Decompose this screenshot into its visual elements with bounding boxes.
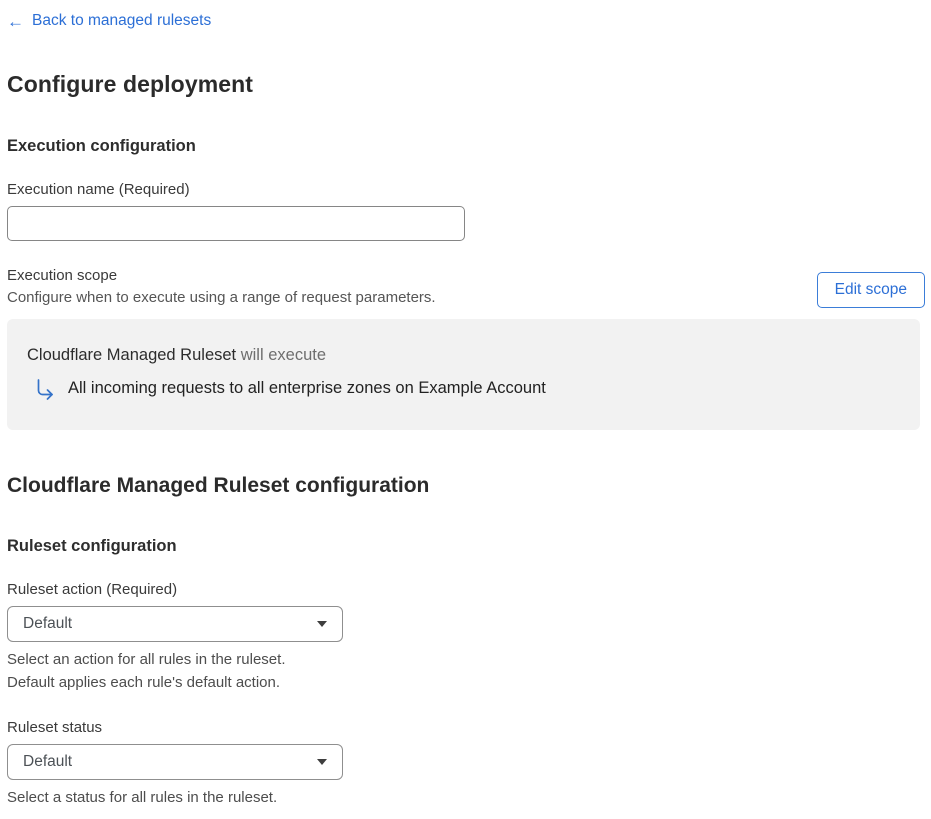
ruleset-status-label: Ruleset status bbox=[7, 718, 103, 736]
back-arrow-icon: ← bbox=[7, 11, 24, 31]
will-execute-text: will execute bbox=[236, 345, 327, 364]
ruleset-status-select[interactable]: Default bbox=[7, 743, 343, 780]
execution-summary-scope-line: All incoming requests to all enterprise … bbox=[34, 378, 900, 400]
configure-deployment-page: ← Back to managed rulesets Configure dep… bbox=[0, 0, 931, 819]
ruleset-name-text: Cloudflare Managed Ruleset bbox=[27, 345, 237, 364]
back-link-label: Back to managed rulesets bbox=[32, 12, 212, 29]
execution-summary-scope-text: All incoming requests to all enterprise … bbox=[68, 379, 546, 397]
ruleset-status-selected-value: Default bbox=[23, 752, 73, 770]
caret-down-icon bbox=[317, 620, 327, 627]
edit-scope-button[interactable]: Edit scope bbox=[816, 271, 925, 308]
execution-scope-text: Execution scope Configure when to execut… bbox=[7, 267, 436, 306]
ruleset-configuration-subheading: Ruleset configuration bbox=[7, 536, 177, 555]
ruleset-status-help-line-1: Select a status for all rules in the rul… bbox=[7, 788, 278, 806]
ruleset-action-select[interactable]: Default bbox=[7, 605, 343, 642]
execution-scope-description: Configure when to execute using a range … bbox=[7, 288, 436, 306]
execution-name-input[interactable] bbox=[7, 205, 465, 241]
caret-down-icon bbox=[317, 758, 327, 765]
execution-configuration-heading: Execution configuration bbox=[7, 136, 196, 155]
ruleset-action-help-line-2: Default applies each rule's default acti… bbox=[7, 673, 281, 691]
execution-scope-label: Execution scope bbox=[7, 266, 118, 284]
page-title: Configure deployment bbox=[7, 70, 254, 97]
execution-name-label: Execution name (Required) bbox=[7, 180, 190, 198]
execution-summary-box: Cloudflare Managed Ruleset will execute … bbox=[7, 318, 920, 430]
back-to-managed-rulesets-link[interactable]: ← Back to managed rulesets bbox=[7, 12, 211, 30]
ruleset-configuration-title: Cloudflare Managed Ruleset configuration bbox=[7, 473, 430, 497]
ruleset-status-help: Select a status for all rules in the rul… bbox=[7, 786, 925, 809]
ruleset-action-label: Ruleset action (Required) bbox=[7, 580, 178, 598]
execution-summary-headline: Cloudflare Managed Ruleset will execute bbox=[27, 346, 900, 365]
execution-scope-row: Execution scope Configure when to execut… bbox=[7, 267, 925, 308]
ruleset-action-help: Select an action for all rules in the ru… bbox=[7, 648, 925, 694]
corner-down-right-arrow-icon bbox=[37, 378, 53, 400]
ruleset-action-help-line-1: Select an action for all rules in the ru… bbox=[7, 650, 286, 668]
ruleset-action-selected-value: Default bbox=[23, 614, 73, 632]
